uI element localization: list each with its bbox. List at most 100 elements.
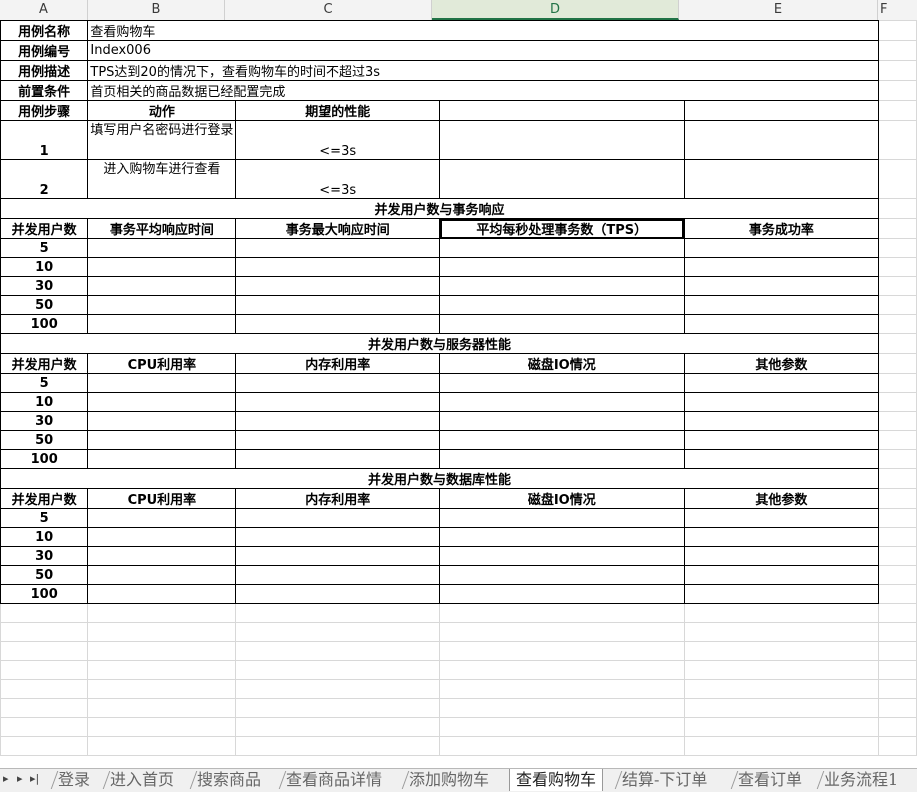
cell[interactable] bbox=[235, 430, 441, 450]
cell[interactable] bbox=[87, 603, 237, 623]
cell[interactable] bbox=[683, 276, 880, 296]
cell[interactable] bbox=[235, 276, 441, 296]
sheet-tab-view-cart[interactable]: 查看购物车 bbox=[509, 769, 604, 791]
cell[interactable] bbox=[439, 527, 685, 547]
cell[interactable] bbox=[87, 373, 237, 393]
user-count[interactable]: 50 bbox=[0, 295, 89, 315]
user-count[interactable]: 5 bbox=[0, 238, 89, 258]
cell[interactable] bbox=[439, 411, 685, 431]
label-case-name[interactable]: 用例名称 bbox=[0, 20, 89, 41]
cell[interactable] bbox=[439, 238, 685, 258]
sheet-tab-search[interactable]: 搜索商品 bbox=[197, 769, 261, 791]
cell[interactable] bbox=[683, 698, 880, 718]
cell[interactable] bbox=[878, 717, 917, 737]
cell[interactable] bbox=[878, 449, 917, 469]
cell[interactable] bbox=[878, 736, 917, 756]
cell[interactable] bbox=[683, 736, 880, 756]
first-sheet-nav-icon[interactable]: ▸ bbox=[3, 772, 9, 785]
cell[interactable] bbox=[683, 565, 880, 585]
cell[interactable] bbox=[439, 508, 685, 528]
value-case-desc[interactable]: TPS达到20的情况下，查看购物车的时间不超过3s bbox=[87, 60, 880, 81]
cell[interactable] bbox=[235, 660, 441, 680]
cell[interactable] bbox=[878, 333, 917, 354]
cell[interactable] bbox=[683, 257, 880, 277]
user-count[interactable]: 10 bbox=[0, 257, 89, 277]
column-header-b[interactable]: B bbox=[88, 0, 225, 20]
cell[interactable] bbox=[235, 698, 441, 718]
cell[interactable] bbox=[0, 660, 89, 680]
cell[interactable] bbox=[235, 622, 441, 642]
cell[interactable] bbox=[235, 508, 441, 528]
cell[interactable] bbox=[87, 660, 237, 680]
cell[interactable] bbox=[439, 314, 685, 334]
user-count[interactable]: 5 bbox=[0, 508, 89, 528]
cell[interactable] bbox=[439, 373, 685, 393]
column-header-e[interactable]: E bbox=[679, 0, 878, 20]
header-max-response[interactable]: 事务最大响应时间 bbox=[235, 218, 441, 239]
cell[interactable] bbox=[87, 546, 237, 566]
cell[interactable] bbox=[439, 641, 685, 661]
cell[interactable] bbox=[0, 736, 89, 756]
cell[interactable] bbox=[87, 314, 237, 334]
cell[interactable] bbox=[439, 717, 685, 737]
cell[interactable] bbox=[878, 238, 917, 258]
cell[interactable] bbox=[439, 679, 685, 699]
cell[interactable] bbox=[235, 527, 441, 547]
cell[interactable] bbox=[0, 603, 89, 623]
cell[interactable] bbox=[439, 430, 685, 450]
cell[interactable] bbox=[87, 565, 237, 585]
cell[interactable] bbox=[878, 565, 917, 585]
sheet-tab-checkout[interactable]: 结算-下订单 bbox=[622, 769, 707, 791]
cell[interactable] bbox=[878, 622, 917, 642]
user-count[interactable]: 100 bbox=[0, 314, 89, 334]
label-case-desc[interactable]: 用例描述 bbox=[0, 60, 89, 81]
header-disk-io[interactable]: 磁盘IO情况 bbox=[439, 488, 685, 509]
steps-header-step[interactable]: 用例步骤 bbox=[0, 100, 89, 121]
label-case-id[interactable]: 用例编号 bbox=[0, 40, 89, 61]
cell[interactable] bbox=[0, 717, 89, 737]
header-tps[interactable]: 平均每秒处理事务数（TPS） bbox=[439, 218, 685, 239]
cell[interactable] bbox=[439, 392, 685, 412]
header-other[interactable]: 其他参数 bbox=[683, 488, 880, 509]
steps-header-action[interactable]: 动作 bbox=[87, 100, 237, 121]
cell[interactable] bbox=[439, 295, 685, 315]
sheet-tab-add-cart[interactable]: 添加购物车 bbox=[409, 769, 489, 791]
cell[interactable] bbox=[439, 546, 685, 566]
cell[interactable] bbox=[878, 603, 917, 623]
step-expect[interactable]: <=3s bbox=[235, 120, 441, 160]
cell[interactable] bbox=[878, 276, 917, 296]
cell[interactable] bbox=[683, 717, 880, 737]
cell[interactable] bbox=[235, 314, 441, 334]
step-expect[interactable]: <=3s bbox=[235, 159, 441, 199]
cell[interactable] bbox=[87, 584, 237, 604]
cell[interactable] bbox=[439, 565, 685, 585]
cell[interactable] bbox=[235, 565, 441, 585]
header-memory[interactable]: 内存利用率 bbox=[235, 488, 441, 509]
cell[interactable] bbox=[878, 392, 917, 412]
cell[interactable] bbox=[683, 295, 880, 315]
header-disk-io[interactable]: 磁盘IO情况 bbox=[439, 353, 685, 374]
cell[interactable] bbox=[87, 698, 237, 718]
cell[interactable] bbox=[439, 584, 685, 604]
cell[interactable] bbox=[0, 698, 89, 718]
cell[interactable] bbox=[439, 660, 685, 680]
cell[interactable] bbox=[878, 584, 917, 604]
cell[interactable] bbox=[878, 679, 917, 699]
cell[interactable] bbox=[878, 257, 917, 277]
cell[interactable] bbox=[878, 20, 917, 41]
cell[interactable] bbox=[87, 411, 237, 431]
section-title-transactions[interactable]: 并发用户数与事务响应 bbox=[0, 198, 880, 219]
cell[interactable] bbox=[683, 373, 880, 393]
cell[interactable] bbox=[235, 257, 441, 277]
user-count[interactable]: 30 bbox=[0, 546, 89, 566]
cell[interactable] bbox=[235, 736, 441, 756]
cell[interactable] bbox=[878, 508, 917, 528]
cell[interactable] bbox=[683, 411, 880, 431]
cell[interactable] bbox=[235, 373, 441, 393]
cell[interactable] bbox=[87, 622, 237, 642]
user-count[interactable]: 100 bbox=[0, 584, 89, 604]
cell[interactable] bbox=[878, 314, 917, 334]
cell[interactable] bbox=[235, 411, 441, 431]
step-action[interactable]: 填写用户名密码进行登录 bbox=[87, 120, 237, 160]
cell[interactable] bbox=[235, 238, 441, 258]
